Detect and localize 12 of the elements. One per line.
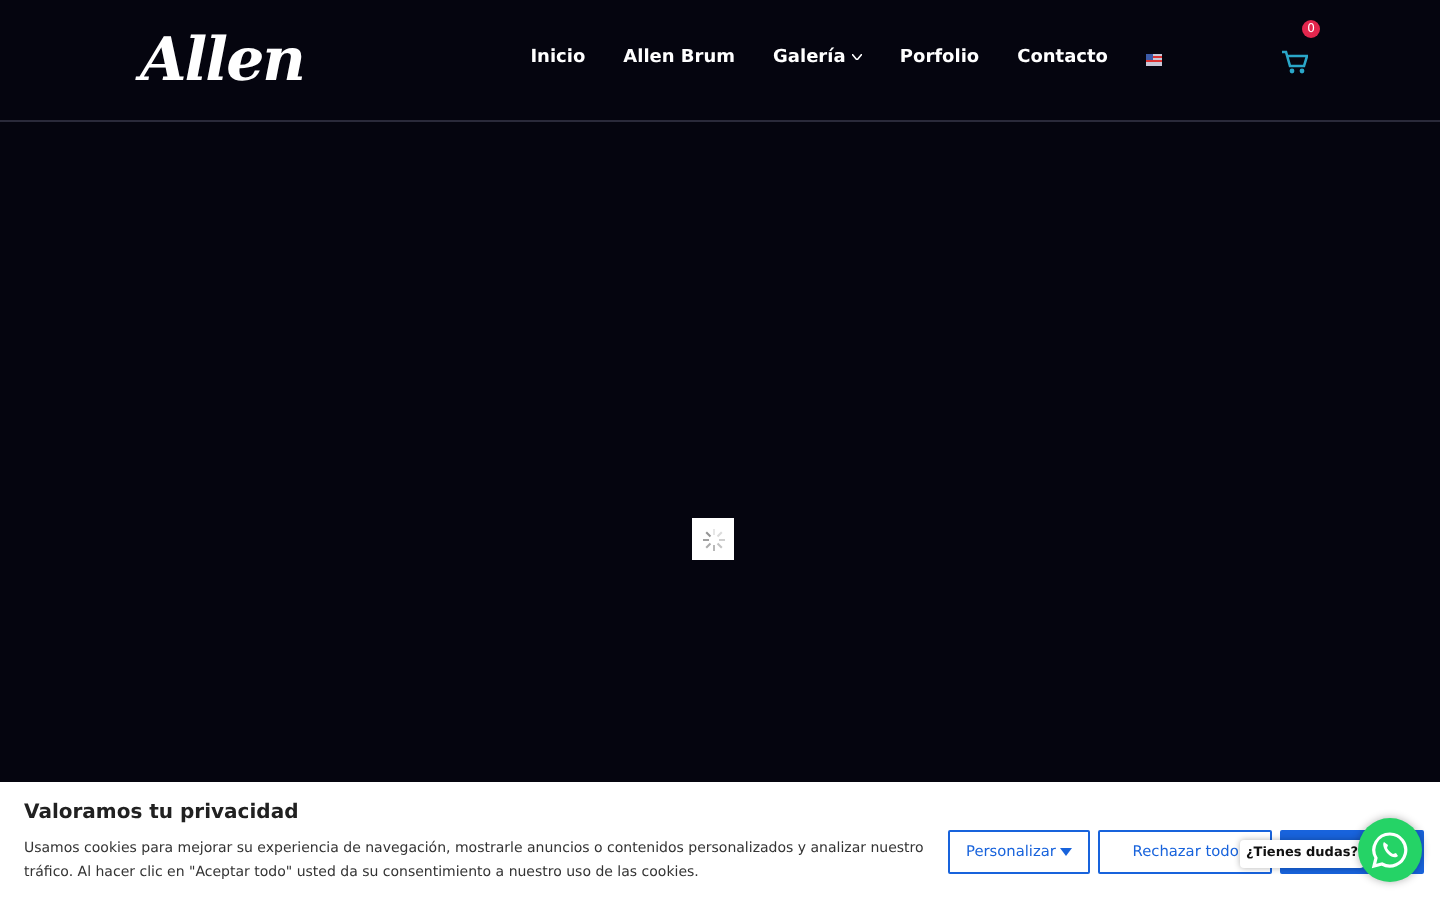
banner-title: Valoramos tu privacidad xyxy=(24,800,301,828)
nav-link[interactable]: Contacto xyxy=(1017,46,1108,74)
nav-link[interactable]: Allen Brum xyxy=(623,46,736,74)
chat-phone-icon xyxy=(1370,830,1410,870)
loading-spinner xyxy=(692,518,734,560)
nav-link[interactable]: Porfolio xyxy=(899,46,980,74)
flag-icon[interactable] xyxy=(1146,54,1162,66)
nav-link[interactable]: Galería xyxy=(773,46,862,74)
caret-icon xyxy=(1060,847,1073,856)
logo[interactable]: Allen xyxy=(140,15,304,105)
nav-link[interactable]: Inicio xyxy=(530,46,586,74)
cart-icon[interactable] xyxy=(1282,49,1308,74)
